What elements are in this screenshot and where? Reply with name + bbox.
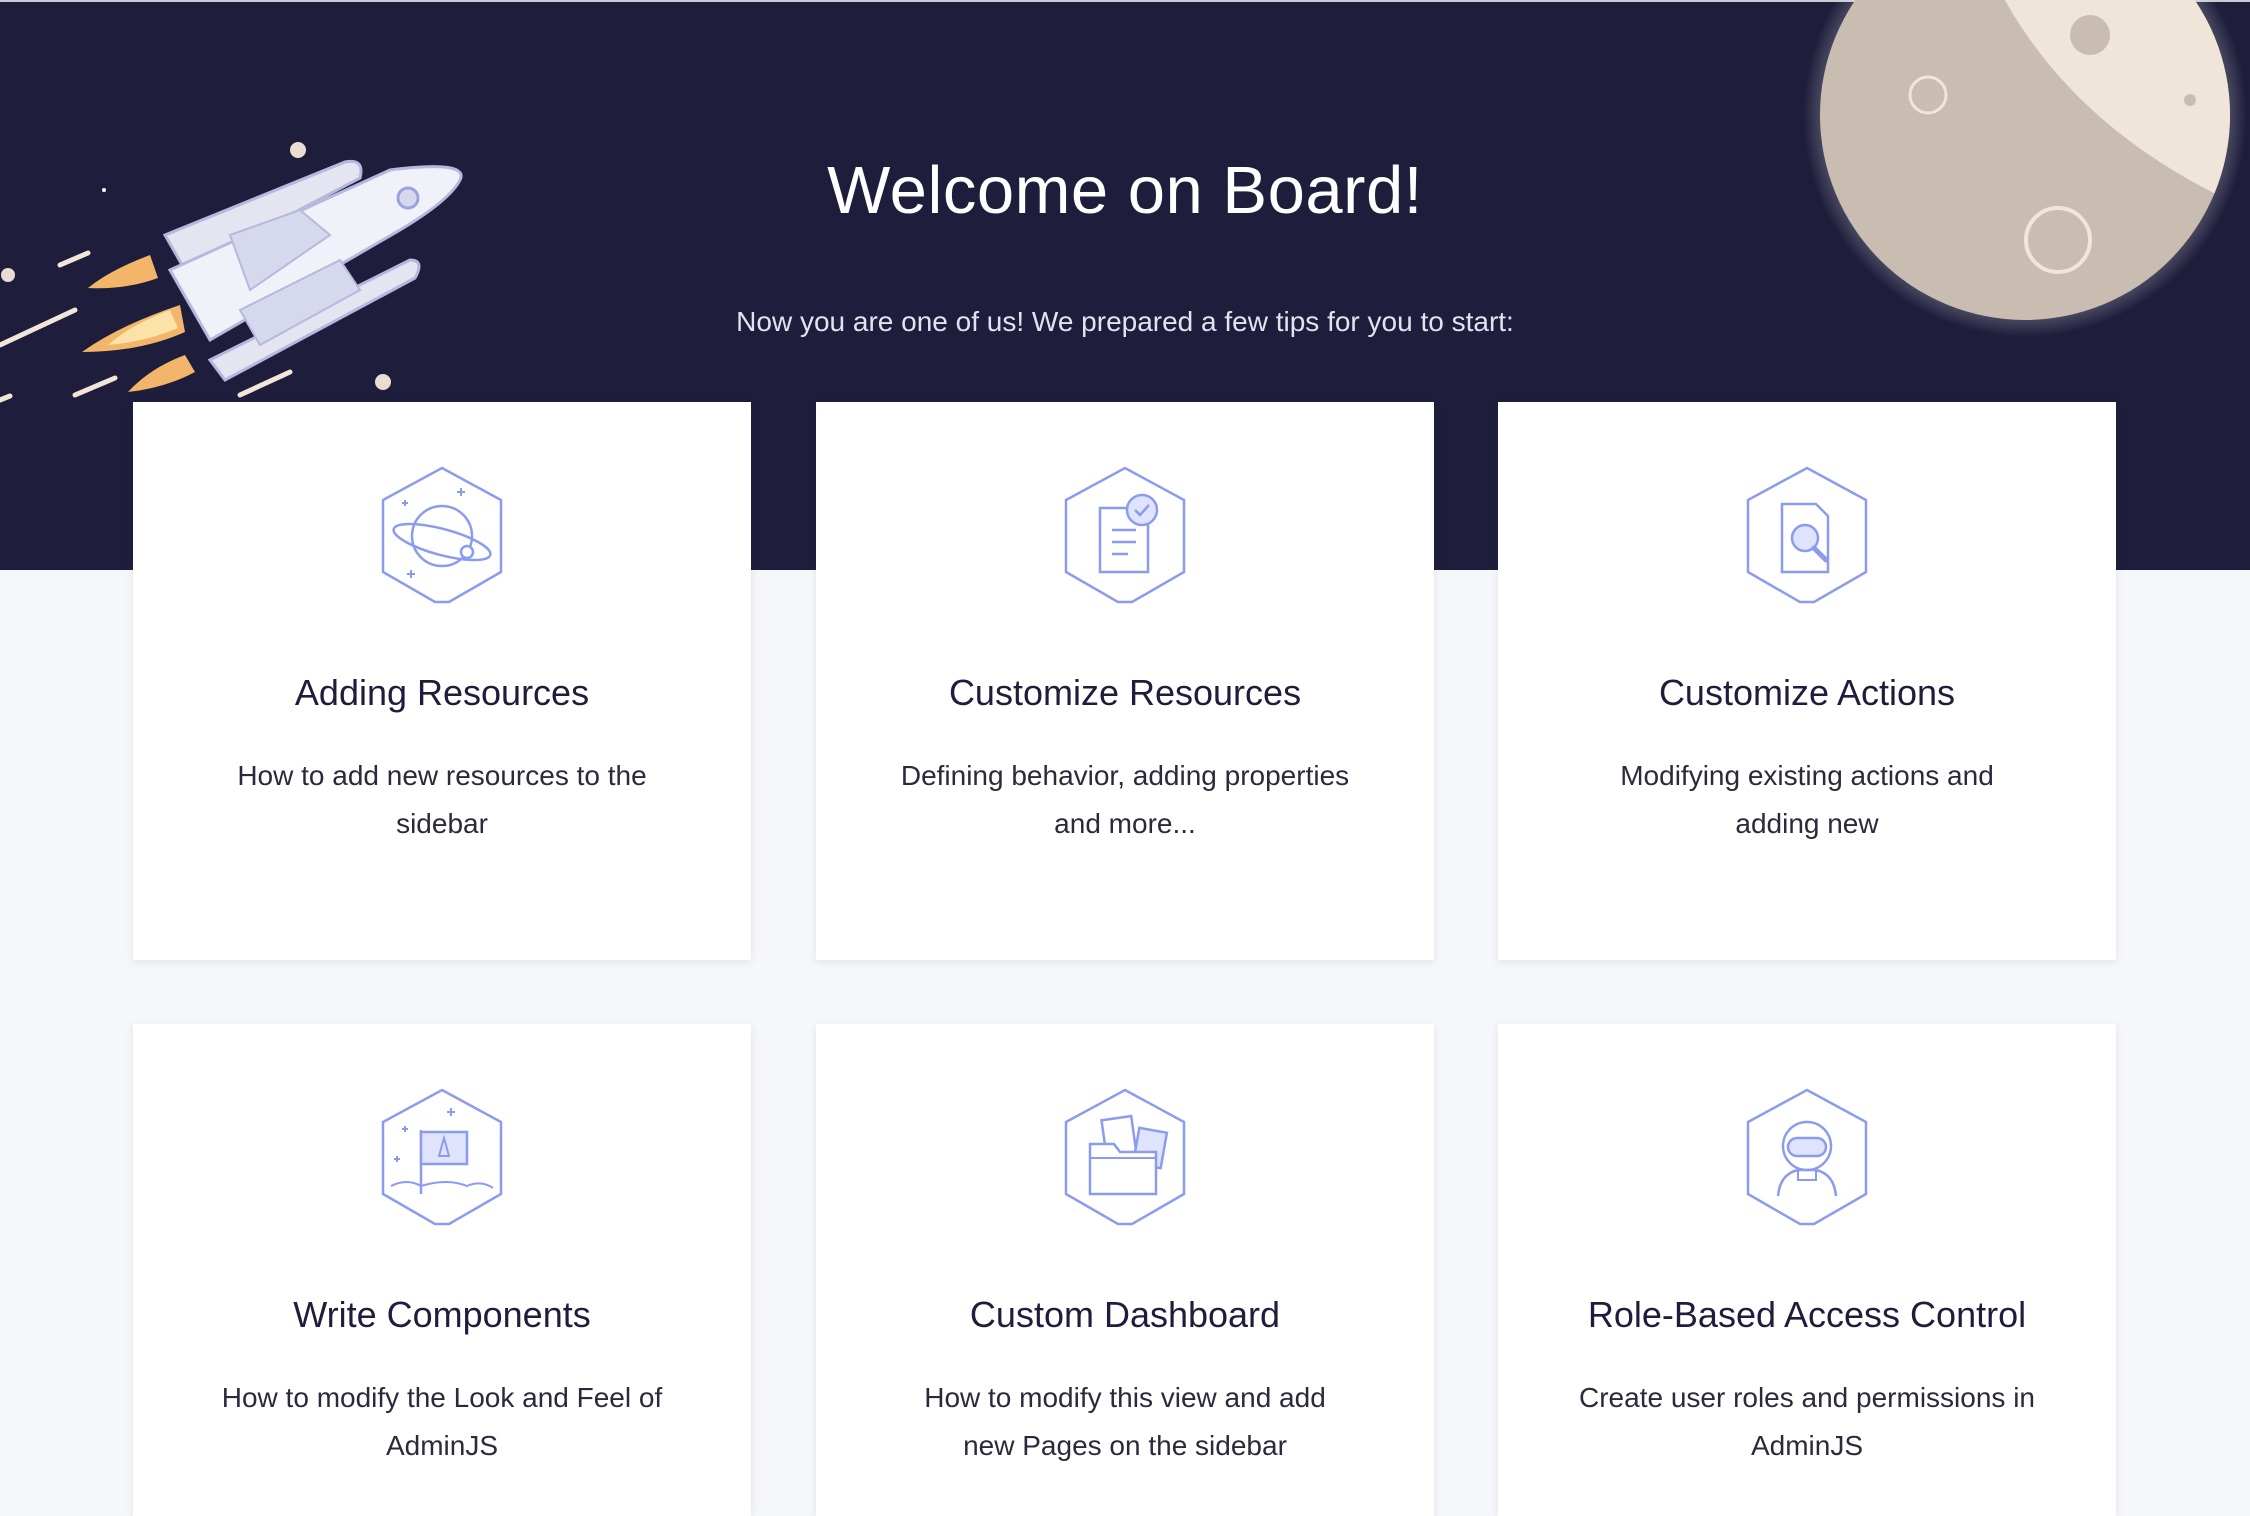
card-description: How to modify this view and add new Page… xyxy=(924,1382,1326,1461)
card-title: Role-Based Access Control xyxy=(1587,1294,2027,1335)
card-title: Customize Resources xyxy=(948,672,1302,713)
card-write-components[interactable]: Write Components How to modify the Look … xyxy=(133,1024,751,1516)
card-title: Customize Actions xyxy=(1658,672,1956,713)
page-subtitle: Now you are one of us! We prepared a few… xyxy=(736,306,1514,337)
astronaut-icon xyxy=(1746,1088,1868,1226)
document-check-icon xyxy=(1064,466,1186,604)
card-description: How to add new resources to the sidebar xyxy=(237,760,647,839)
planet-icon xyxy=(381,466,503,604)
card-description: Create user roles and permissions in Adm… xyxy=(1579,1382,2035,1461)
card-description: Defining behavior, adding properties and… xyxy=(900,760,1350,839)
card-role-based-access-control[interactable]: Role-Based Access Control Create user ro… xyxy=(1498,1024,2116,1516)
card-customize-actions[interactable]: Customize Actions Modifying existing act… xyxy=(1498,402,2116,960)
card-title: Write Components xyxy=(293,1294,591,1335)
flag-icon xyxy=(381,1088,503,1226)
card-title: Adding Resources xyxy=(294,672,590,713)
card-adding-resources[interactable]: Adding Resources How to add new resource… xyxy=(133,402,751,960)
page-title: Welcome on Board! xyxy=(827,153,1423,228)
card-custom-dashboard[interactable]: Custom Dashboard How to modify this view… xyxy=(816,1024,1434,1516)
card-title: Custom Dashboard xyxy=(969,1294,1281,1335)
card-customize-resources[interactable]: Customize Resources Defining behavior, a… xyxy=(816,402,1434,960)
card-description: How to modify the Look and Feel of Admin… xyxy=(221,1382,663,1461)
folder-icon xyxy=(1064,1088,1186,1226)
document-search-icon xyxy=(1746,466,1868,604)
card-description: Modifying existing actions and adding ne… xyxy=(1620,760,1994,839)
